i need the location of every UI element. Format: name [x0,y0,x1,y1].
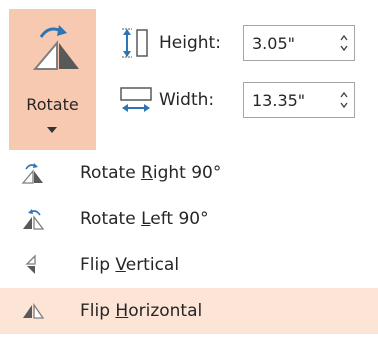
rotate-button[interactable]: Rotate [9,9,96,150]
width-spinner-icon[interactable] [340,90,348,110]
shape-width-icon [120,87,152,112]
rotate-right-icon [21,163,43,184]
rotate-objects-icon [32,25,79,70]
rotate-dropdown-menu: Rotate Right 90° Rotate Left 90° Flip Ve… [0,150,378,334]
arrange-ribbon-group: Rotate Height: 3.05" Width: 13.35" [0,0,378,150]
height-label: Height: [159,33,221,53]
height-input[interactable]: 3.05" [243,25,355,61]
menu-item-rotate-left[interactable]: Rotate Left 90° [0,196,378,242]
height-spinner-icon[interactable] [340,33,348,53]
shape-width-row: Width: 13.35" [119,82,355,118]
menu-item-label: Rotate Left 90° [80,209,209,229]
menu-item-flip-vertical[interactable]: Flip Vertical [0,242,378,288]
flip-vertical-icon [25,254,36,274]
menu-item-label: Flip Vertical [80,255,180,275]
menu-item-label: Rotate Right 90° [80,163,222,183]
width-label: Width: [159,90,215,110]
height-value: 3.05" [252,33,295,53]
width-input[interactable]: 13.35" [243,82,355,118]
rotate-button-label: Rotate [26,95,79,114]
menu-item-rotate-right[interactable]: Rotate Right 90° [0,150,378,196]
width-value: 13.35" [252,90,306,110]
shape-height-row: Height: 3.05" [119,25,355,61]
menu-item-label: Flip Horizontal [80,301,203,321]
flip-horizontal-icon [23,302,45,319]
menu-item-flip-horizontal[interactable]: Flip Horizontal [0,288,378,334]
chevron-down-icon [47,127,57,133]
shape-height-icon [122,28,148,58]
rotate-left-icon [23,209,45,230]
